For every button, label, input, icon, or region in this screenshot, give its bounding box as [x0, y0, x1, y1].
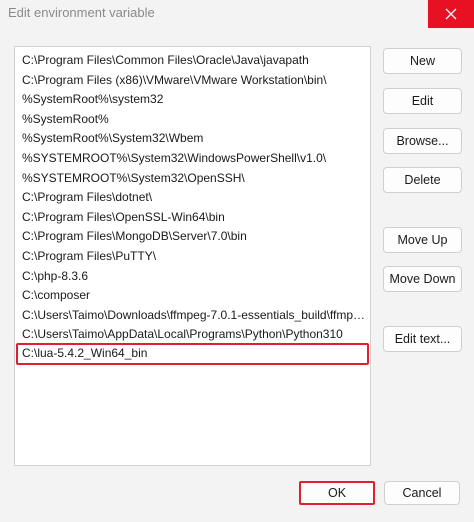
close-icon — [445, 8, 457, 20]
list-item[interactable]: C:\composer — [16, 286, 369, 306]
cancel-button[interactable]: Cancel — [384, 481, 460, 505]
delete-button[interactable]: Delete — [383, 167, 462, 193]
list-item[interactable]: C:\Program Files\OpenSSL-Win64\bin — [16, 208, 369, 228]
list-item[interactable]: C:\Program Files\dotnet\ — [16, 188, 369, 208]
list-item[interactable]: %SystemRoot%\System32\Wbem — [16, 129, 369, 149]
close-button[interactable] — [428, 0, 474, 28]
browse-button[interactable]: Browse... — [383, 128, 462, 154]
path-list[interactable]: C:\Program Files\Common Files\Oracle\Jav… — [14, 46, 371, 466]
edit-env-variable-dialog: Edit environment variable C:\Program Fil… — [0, 0, 474, 522]
title-bar: Edit environment variable — [0, 0, 474, 28]
ok-button[interactable]: OK — [299, 481, 375, 505]
move-up-button[interactable]: Move Up — [383, 227, 462, 253]
list-item[interactable]: %SYSTEMROOT%\System32\OpenSSH\ — [16, 169, 369, 189]
list-item[interactable]: C:\Program Files\PuTTY\ — [16, 247, 369, 267]
move-down-button[interactable]: Move Down — [383, 266, 462, 292]
new-button[interactable]: New — [383, 48, 462, 74]
edit-text-button[interactable]: Edit text... — [383, 326, 462, 352]
list-item-selected[interactable]: C:\lua-5.4.2_Win64_bin — [16, 343, 369, 365]
list-item[interactable]: C:\Users\Taimo\Downloads\ffmpeg-7.0.1-es… — [16, 306, 369, 326]
edit-button[interactable]: Edit — [383, 88, 462, 114]
list-item[interactable]: %SystemRoot% — [16, 110, 369, 130]
list-item[interactable]: C:\Program Files\MongoDB\Server\7.0\bin — [16, 227, 369, 247]
list-item[interactable]: C:\Program Files\Common Files\Oracle\Jav… — [16, 51, 369, 71]
list-item[interactable]: C:\Program Files (x86)\VMware\VMware Wor… — [16, 71, 369, 91]
list-item[interactable]: %SYSTEMROOT%\System32\WindowsPowerShell\… — [16, 149, 369, 169]
window-title: Edit environment variable — [8, 5, 155, 20]
list-item[interactable]: %SystemRoot%\system32 — [16, 90, 369, 110]
list-item[interactable]: C:\php-8.3.6 — [16, 267, 369, 287]
